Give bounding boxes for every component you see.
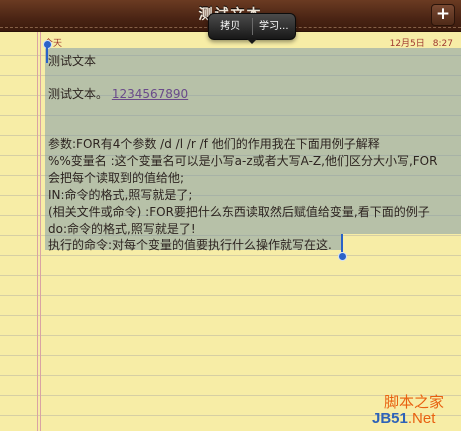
note-line: 执行的命令:对每个变量的值要执行什么操作就写在这.: [48, 238, 332, 252]
edit-menu-arrow: [246, 38, 258, 44]
watermark-en-suffix: .Net: [407, 410, 436, 427]
margin-line: [40, 32, 41, 431]
selection-end-handle[interactable]: [338, 252, 347, 261]
watermark-cn: 脚本之家: [384, 393, 445, 411]
note-line: 测试文本。 1234567890: [48, 85, 188, 102]
note-line: %%变量名 :这个变量名可以是小写a-z或者大写A-Z,他们区分大小写,FOR: [48, 154, 438, 168]
note-line-text: 测试文本。: [48, 87, 109, 101]
watermark-en-main: JB51: [372, 410, 408, 427]
learn-menu-item[interactable]: 学习...: [253, 15, 296, 38]
margin-line: [37, 32, 38, 431]
note-line: 测试文本: [48, 54, 97, 68]
add-note-button[interactable]: +: [431, 4, 455, 26]
note-line: 参数:FOR有4个参数 /d /l /r /f 他们的作用我在下面用例子解释: [48, 137, 380, 151]
copy-menu-item[interactable]: 拷贝: [209, 15, 252, 38]
watermark-en: JB51.Net: [372, 410, 435, 427]
note-line: do:命令的格式,照写就是了!: [48, 222, 196, 236]
phone-link[interactable]: 1234567890: [112, 87, 188, 101]
note-line: IN:命令的格式,照写就是了;: [48, 188, 193, 202]
note-line: (相关文件或命令) :FOR要把什么东西读取然后赋值给变量,看下面的例子: [48, 205, 430, 219]
note-line: 会把每个读取到的值给他;: [48, 171, 185, 185]
edit-menu: 拷贝 学习...: [208, 13, 296, 40]
selection-end-caret: [341, 234, 343, 252]
